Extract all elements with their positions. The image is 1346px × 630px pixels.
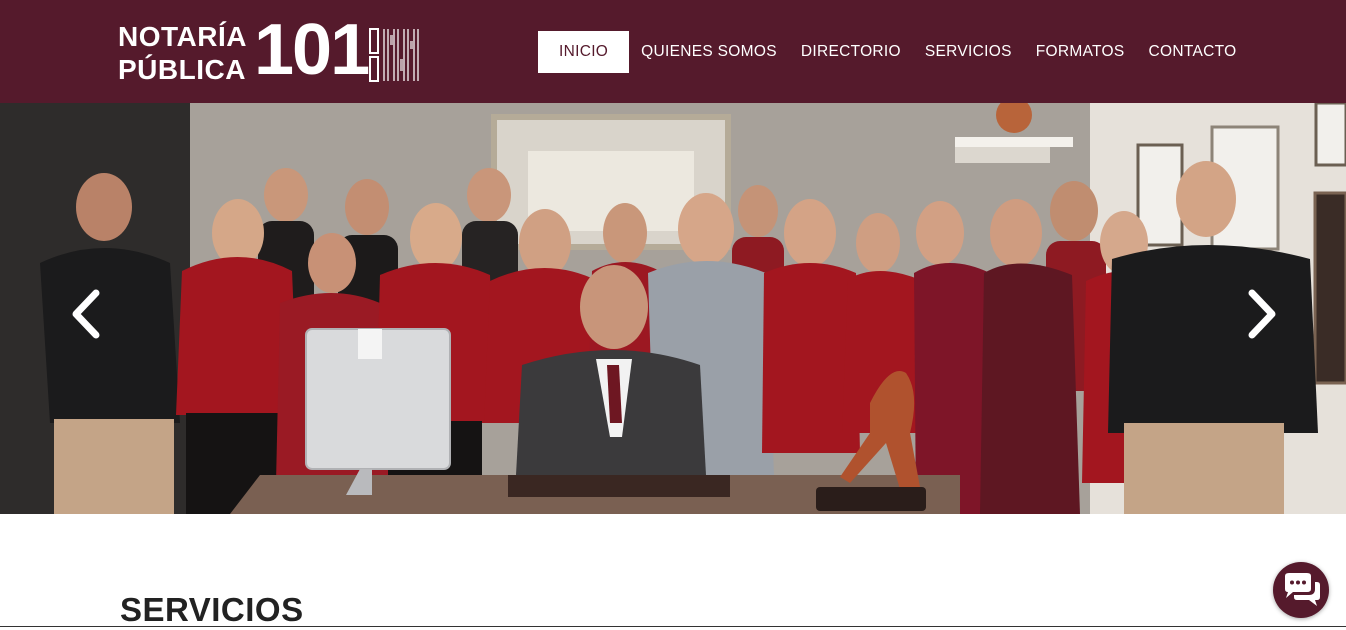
site-header: NOTARÍA PÚBLICA 101 INICIO QUIENES SOMOS… bbox=[0, 0, 1346, 103]
nav-item-quienes-somos[interactable]: QUIENES SOMOS bbox=[629, 31, 789, 73]
chat-bubbles-icon bbox=[1285, 573, 1320, 606]
nav-item-inicio[interactable]: INICIO bbox=[538, 31, 630, 73]
chat-button[interactable] bbox=[1273, 562, 1329, 618]
team-photo bbox=[0, 103, 1346, 514]
logo-number: 101 bbox=[254, 10, 370, 90]
nav-item-formatos[interactable]: FORMATOS bbox=[1024, 31, 1137, 73]
logo-line-1: NOTARÍA bbox=[118, 21, 247, 52]
nav-item-servicios[interactable]: SERVICIOS bbox=[913, 31, 1024, 73]
logo[interactable]: NOTARÍA PÚBLICA 101 bbox=[118, 14, 428, 86]
logo-line-2: PÚBLICA bbox=[118, 54, 246, 85]
nav-item-contacto[interactable]: CONTACTO bbox=[1137, 31, 1249, 73]
chevron-right-icon[interactable] bbox=[1244, 289, 1280, 339]
main-nav: INICIO QUIENES SOMOS DIRECTORIO SERVICIO… bbox=[538, 31, 1248, 73]
hero-carousel bbox=[0, 103, 1346, 514]
nav-item-directorio[interactable]: DIRECTORIO bbox=[789, 31, 913, 73]
chevron-left-icon[interactable] bbox=[68, 289, 104, 339]
section-title: SERVICIOS bbox=[120, 591, 304, 628]
logo-barcode-icon bbox=[369, 28, 419, 82]
